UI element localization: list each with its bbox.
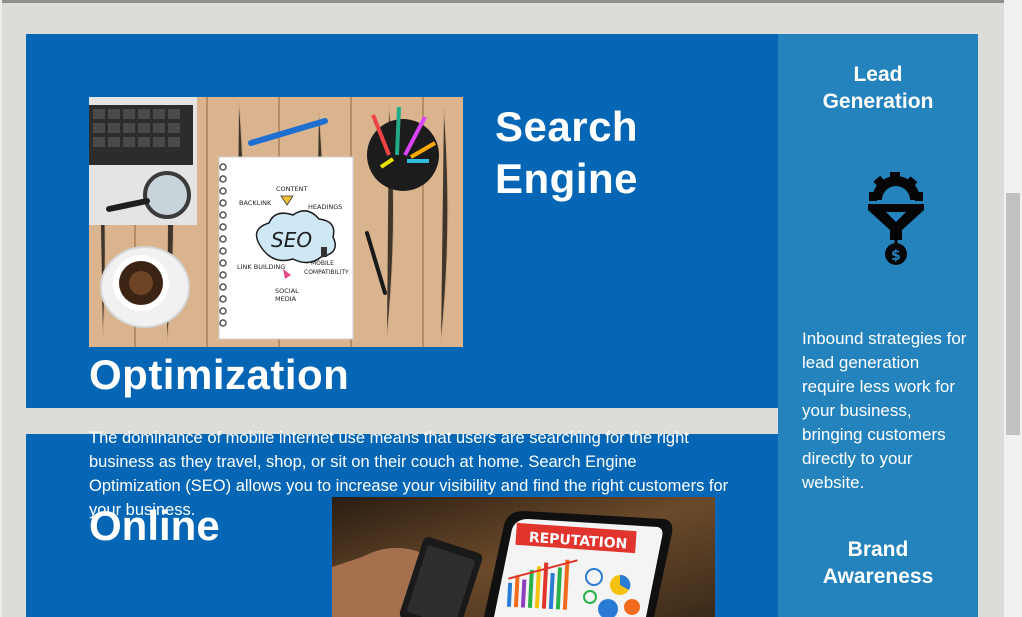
top-border <box>0 0 1004 3</box>
seo-word-media: MEDIA <box>275 295 297 303</box>
seo-word-backlink: BACKLINK <box>239 199 272 207</box>
seo-notebook-image: SEO CONTENT BACKLINK HEADINGS LINK BUILD… <box>89 97 463 347</box>
scrollbar-thumb[interactable] <box>1006 193 1020 435</box>
seo-word-headings: HEADINGS <box>308 203 342 211</box>
brand-awareness-title: Brand Awareness <box>778 536 978 590</box>
seo-title-line-2: Engine <box>495 155 639 202</box>
lead-generation-title: Lead Generation <box>778 61 978 115</box>
seo-cloud-text: SEO <box>271 228 312 252</box>
brand-title-line-1: Brand <box>847 538 909 561</box>
left-edge <box>0 0 2 617</box>
lead-title-line-2: Generation <box>822 90 934 113</box>
seo-title: Search Engine <box>495 101 638 205</box>
funnel-gear-dollar-icon: $ <box>864 170 928 268</box>
seo-word-compatibility: COMPATIBILITY <box>304 269 349 276</box>
seo-word-content: CONTENT <box>276 185 307 193</box>
brand-title-line-2: Awareness <box>822 565 934 588</box>
seo-title-line-1: Search <box>495 103 639 150</box>
svg-text:$: $ <box>891 248 901 264</box>
seo-word-mobile: MOBILE <box>311 260 334 267</box>
seo-word-link-building: LINK BUILDING <box>237 263 285 271</box>
seo-word-social: SOCIAL <box>275 287 299 295</box>
lead-title-line-1: Lead <box>853 63 903 86</box>
vertical-scrollbar[interactable] <box>1004 0 1022 617</box>
seo-title-line-3: Optimization <box>89 351 350 398</box>
lead-generation-description: Inbound strategies for lead generation r… <box>802 329 967 492</box>
online-title: Online <box>89 502 220 549</box>
sidebar-services <box>778 34 978 617</box>
